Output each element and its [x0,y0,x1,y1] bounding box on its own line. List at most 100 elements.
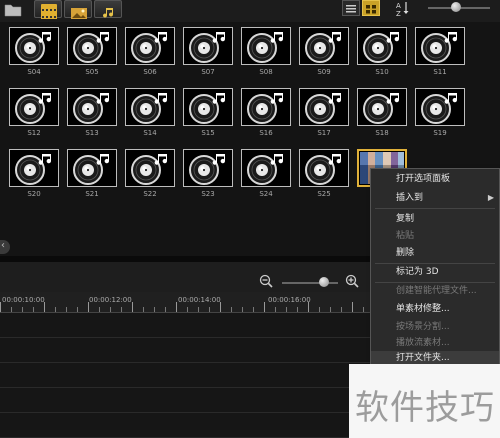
timeline-zoom-slider[interactable] [282,282,338,284]
media-thumbnail-label: S14 [143,129,157,137]
media-thumbnail-audio[interactable] [9,149,59,187]
ruler-tick [187,307,188,312]
list-view-button[interactable] [342,0,360,16]
ruler-tick [66,307,67,312]
film-icon [41,4,57,19]
media-thumbnail-label: S04 [27,68,41,76]
timeline-track[interactable] [0,413,370,438]
media-thumbnail-label: S18 [375,129,389,137]
timeline-track[interactable] [0,313,370,338]
menu-item-open-options-panel[interactable]: 打开选项面板 [371,170,499,188]
media-thumbnail-label: S05 [85,68,99,76]
media-thumbnail-label: S21 [85,190,99,198]
media-thumbnail-audio[interactable] [299,88,349,126]
filter-photo-button[interactable] [64,0,92,19]
media-thumbnail-audio[interactable] [241,27,291,65]
media-thumbnail-label: S11 [433,68,447,76]
sort-icon[interactable]: AZ [395,0,411,18]
ruler-tick [55,307,56,312]
ruler-tick [121,307,122,312]
ruler-tick [297,307,298,312]
chevron-left-icon: ‹ [1,240,5,251]
media-thumbnail-audio[interactable] [357,27,407,65]
context-menu: 打开选项面板 插入到 ▶ 复制 粘贴 删除 标记为 3D 创建智能代理文件... … [370,168,500,366]
media-thumbnail-label: S22 [143,190,157,198]
media-thumbnail-audio[interactable] [67,88,117,126]
media-thumbnail-label: S17 [317,129,331,137]
media-thumbnail-audio[interactable] [67,149,117,187]
media-thumbnail-audio[interactable] [9,27,59,65]
music-note-icon [101,4,117,18]
ruler-tick [77,307,78,312]
media-thumbnail-audio[interactable] [9,88,59,126]
collapse-library-button[interactable]: ‹ [0,240,10,254]
ruler-tick [33,307,34,312]
media-thumbnail-label: S13 [85,129,99,137]
list-icon [346,5,356,13]
media-thumbnail-audio[interactable] [241,88,291,126]
media-thumbnail-audio[interactable] [183,27,233,65]
ruler-tick [132,302,133,312]
ruler-tick [0,302,1,312]
menu-item-play-stream[interactable]: 播放流素材... [371,334,499,352]
watermark-text: 软件技巧 [355,388,495,428]
zoom-in-icon[interactable] [345,273,359,288]
media-thumbnail-audio[interactable] [415,27,465,65]
media-thumbnail-label: S25 [317,190,331,198]
thumbnail-size-slider-knob[interactable] [450,2,461,12]
timeline-track[interactable] [0,388,370,413]
media-thumbnail-label: S06 [143,68,157,76]
watermark: 软件技巧 [349,364,500,438]
media-thumbnail-audio[interactable] [125,88,175,126]
media-thumbnail-label: S20 [27,190,41,198]
ruler-tick [11,307,12,312]
folder-icon[interactable] [4,2,22,18]
media-thumbnail-audio[interactable] [67,27,117,65]
menu-item-single-clip-trim[interactable]: 单素材修整... [371,300,499,318]
menu-item-paste[interactable]: 粘贴 [371,227,499,245]
media-thumbnail-audio[interactable] [241,149,291,187]
media-thumbnail-audio[interactable] [357,88,407,126]
ruler-tick [363,307,364,312]
ruler-tick [231,307,232,312]
photo-icon [71,4,87,19]
media-thumbnail-audio[interactable] [125,27,175,65]
filter-video-button[interactable] [34,0,62,19]
ruler-tick [88,302,89,312]
ruler-label: 00:00:16:00 [268,296,311,304]
menu-item-open-folder[interactable]: 打开文件夹... [371,351,499,365]
media-thumbnail-label: S19 [433,129,447,137]
thumbnail-view-button[interactable] [362,0,380,16]
ruler-tick [220,302,221,312]
timeline-track[interactable] [0,363,370,388]
menu-item-copy[interactable]: 复制 [371,210,499,228]
ruler-tick [165,307,166,312]
media-thumbnail-audio[interactable] [299,149,349,187]
media-thumbnail-audio[interactable] [415,88,465,126]
media-thumbnail-label: S08 [259,68,273,76]
timeline-zoom-slider-knob[interactable] [319,277,329,287]
media-thumbnail-audio[interactable] [125,149,175,187]
menu-item-delete[interactable]: 删除 [371,244,499,262]
zoom-out-icon[interactable] [259,273,273,288]
media-thumbnail-label: S15 [201,129,215,137]
media-thumbnail-audio[interactable] [183,88,233,126]
ruler-tick [308,302,309,312]
ruler-tick [352,302,353,312]
media-thumbnail-audio[interactable] [183,149,233,187]
library-toolbar: AZ [0,0,500,22]
menu-item-mark-3d[interactable]: 标记为 3D [371,263,499,281]
timeline-track[interactable] [0,338,370,363]
svg-text:Z: Z [396,10,401,18]
media-thumbnail-label: S10 [375,68,389,76]
ruler-label: 00:00:10:00 [2,296,45,304]
ruler-tick [198,307,199,312]
ruler-tick [209,307,210,312]
ruler-tick [44,302,45,312]
media-thumbnail-audio[interactable] [299,27,349,65]
ruler-tick [99,307,100,312]
menu-item-insert-to[interactable]: 插入到 ▶ [371,189,499,207]
filter-audio-button[interactable] [94,0,122,18]
media-thumbnail-label: S16 [259,129,273,137]
menu-item-create-proxy[interactable]: 创建智能代理文件... [371,282,499,300]
